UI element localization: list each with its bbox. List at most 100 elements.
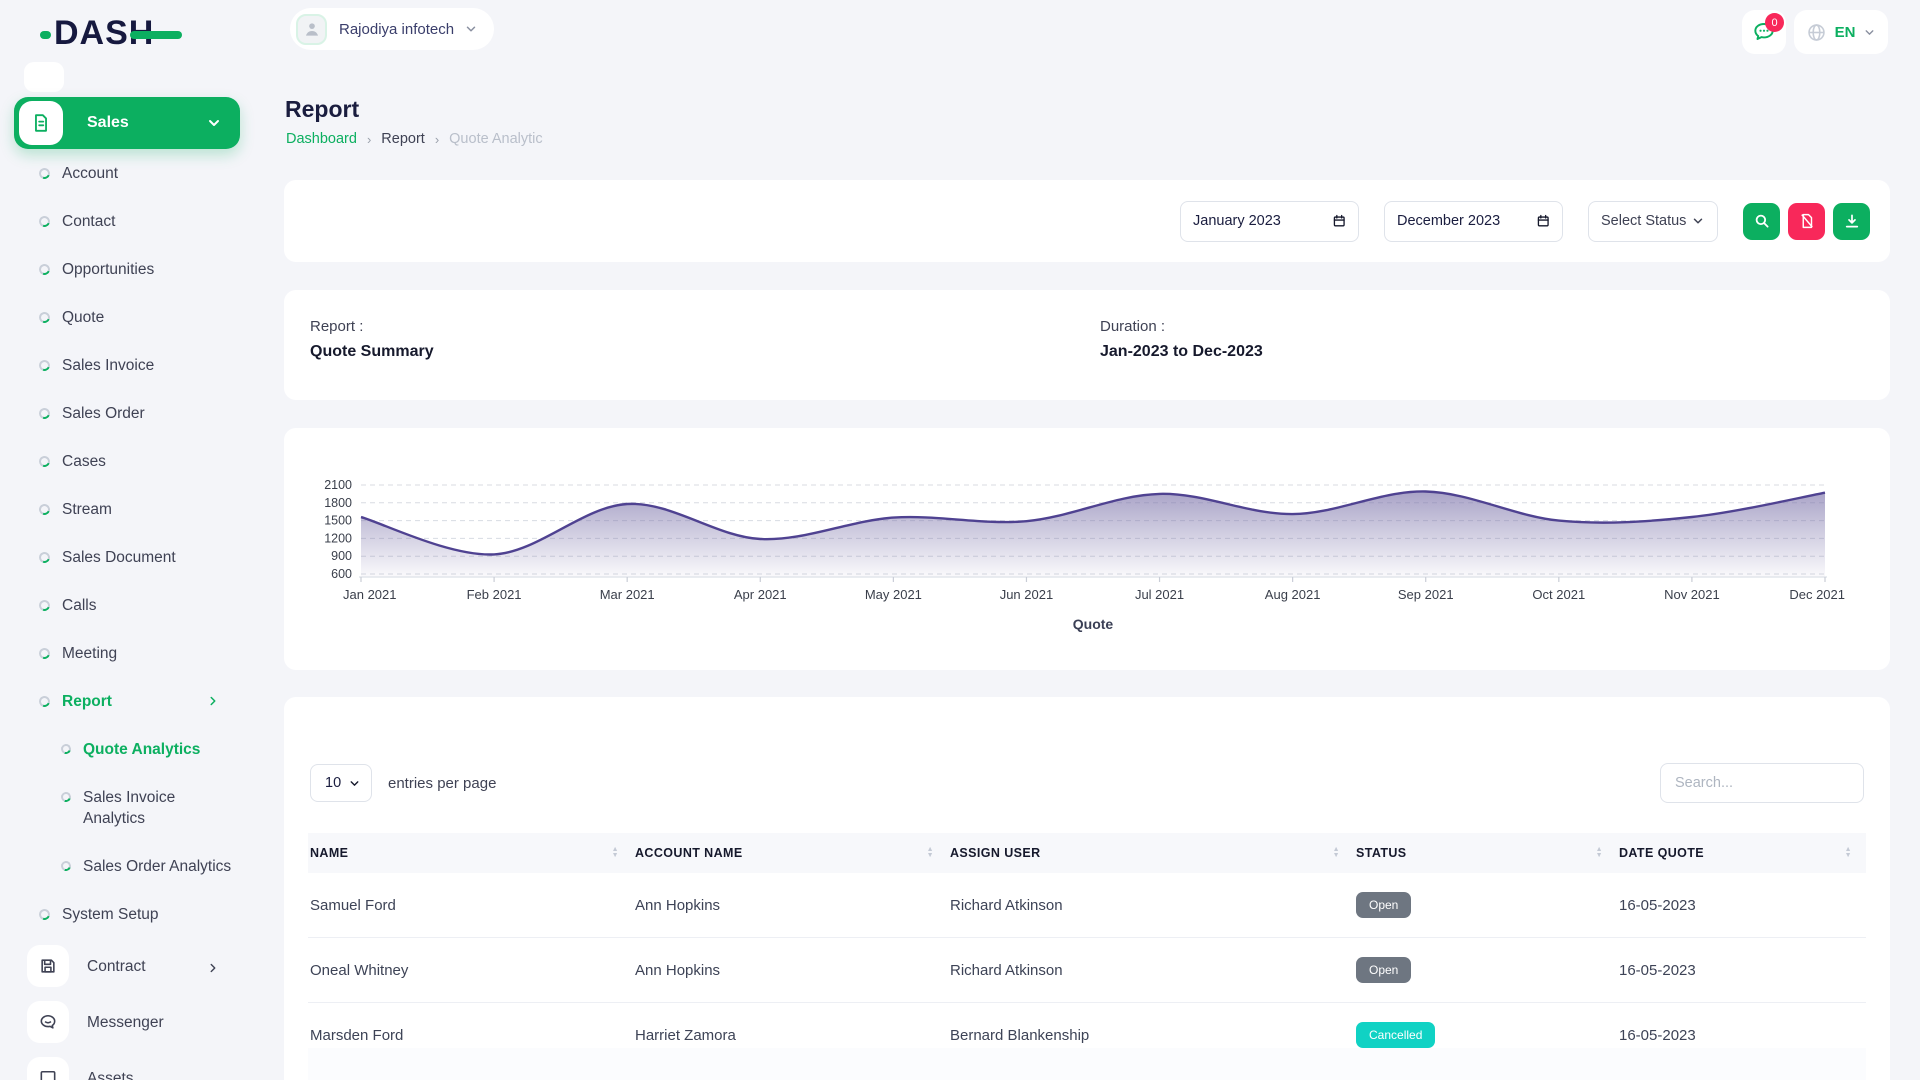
column-header-assign-user[interactable]: ASSIGN USER ▲▼ <box>948 833 1354 873</box>
document-icon <box>19 101 63 145</box>
notifications-button[interactable]: 0 <box>1742 10 1786 54</box>
sidebar-item-sales-invoice[interactable]: Sales Invoice <box>0 355 256 376</box>
svg-text:1200: 1200 <box>324 531 352 545</box>
status-select-value: Select Status <box>1601 213 1686 229</box>
sidebar-item-sales-invoice-analytics[interactable]: Sales Invoice Analytics <box>0 787 256 829</box>
bullet-icon <box>59 790 72 803</box>
workspace-dropdown[interactable]: Rajodiya infotech <box>290 8 494 50</box>
app-root: DASH Sales Account Contact Opportunities Qu… <box>0 0 1920 1080</box>
sidebar-item-calls[interactable]: Calls <box>0 595 256 616</box>
sidebar-item-contract[interactable]: Contract <box>0 945 256 987</box>
sort-icon[interactable]: ▲▼ <box>927 847 934 859</box>
to-date-input[interactable] <box>1384 201 1563 242</box>
sidebar-item-label: Sales Order Analytics <box>83 856 231 877</box>
duration-value: Jan-2023 to Dec-2023 <box>1100 343 1263 361</box>
breadcrumb-separator: › <box>435 132 439 147</box>
quote-area-chart: 6009001200150018002100Jan 2021Feb 2021Ma… <box>308 442 1866 654</box>
calendar-icon <box>1332 213 1346 229</box>
assign-cell: Richard Atkinson <box>948 938 1354 1003</box>
date-quote-cell: 16-05-2023 <box>1617 873 1866 938</box>
sidebar-item-contact[interactable]: Contact <box>0 211 256 232</box>
from-date-input[interactable] <box>1180 201 1359 242</box>
column-label: ASSIGN USER <box>950 846 1041 860</box>
svg-text:Jun 2021: Jun 2021 <box>1000 587 1054 602</box>
sort-icon[interactable]: ▲▼ <box>612 847 619 859</box>
monitor-icon <box>27 1057 69 1080</box>
language-selector[interactable]: EN <box>1794 10 1888 54</box>
breadcrumb-separator: › <box>367 132 371 147</box>
bullet-icon <box>37 454 52 469</box>
calendar-icon <box>1536 213 1550 229</box>
sort-icon[interactable]: ▲▼ <box>1333 847 1340 859</box>
sidebar-item-label: Report <box>62 691 112 712</box>
filter-buttons <box>1743 203 1870 240</box>
sidebar-item-messenger[interactable]: Messenger <box>0 1001 256 1043</box>
clear-filter-button[interactable] <box>1788 203 1825 240</box>
svg-text:Dec 2021: Dec 2021 <box>1789 587 1845 602</box>
sidebar-item-report[interactable]: Report <box>0 691 256 712</box>
svg-text:Quote: Quote <box>1073 616 1114 632</box>
status-cell: Open <box>1354 873 1617 938</box>
sidebar-item-sales-order[interactable]: Sales Order <box>0 403 256 424</box>
svg-text:May 2021: May 2021 <box>865 587 922 602</box>
svg-text:2100: 2100 <box>324 478 352 492</box>
sidebar-item-cases[interactable]: Cases <box>0 451 256 472</box>
sort-icon[interactable]: ▲▼ <box>1845 847 1852 859</box>
sidebar-item-stream[interactable]: Stream <box>0 499 256 520</box>
to-date-value[interactable] <box>1397 213 1536 229</box>
sidebar-item-label: Quote Analytics <box>83 739 200 760</box>
sidebar-item-meeting[interactable]: Meeting <box>0 643 256 664</box>
svg-text:Feb 2021: Feb 2021 <box>467 587 522 602</box>
name-cell: Oneal Whitney <box>308 938 633 1003</box>
report-label: Report : <box>310 318 434 335</box>
sidebar-menu: Account Contact Opportunities Quote Sales In… <box>0 163 256 1080</box>
column-header-name[interactable]: NAME▲▼ <box>308 833 633 873</box>
chevron-down-icon <box>1691 214 1705 228</box>
sidebar-item-label: Stream <box>62 499 112 520</box>
bullet-icon <box>37 502 52 517</box>
column-header-date-quote[interactable]: DATE QUOTE▲▼ <box>1617 833 1866 873</box>
column-header-status[interactable]: STATUS ▲▼ <box>1354 833 1617 873</box>
column-header-account-name[interactable]: ACCOUNT NAME▲▼ <box>633 833 948 873</box>
quotes-table-card: 10 entries per page NAME▲▼ACCOUNT NAME▲▼… <box>284 697 1890 1080</box>
sidebar-item-system-setup[interactable]: System Setup <box>0 904 256 925</box>
sidebar-item-assets[interactable]: Assets <box>0 1057 256 1080</box>
sidebar-item-opportunities[interactable]: Opportunities <box>0 259 256 280</box>
column-label: STATUS <box>1356 846 1407 860</box>
status-badge: Cancelled <box>1356 1022 1435 1048</box>
sidebar-item-label: Sales Invoice Analytics <box>83 787 233 829</box>
chevron-right-icon <box>206 694 220 708</box>
sort-icon[interactable]: ▲▼ <box>1596 847 1603 859</box>
sidebar-item-label: Assets <box>87 1068 134 1080</box>
name-cell: Samuel Ford <box>308 873 633 938</box>
breadcrumb-item-report[interactable]: Report <box>381 131 425 147</box>
table-row[interactable]: Oneal WhitneyAnn HopkinsRichard Atkinson… <box>308 938 1866 1003</box>
entries-per-page-select[interactable]: 10 <box>310 764 372 802</box>
chat-bubble-icon <box>27 1001 69 1043</box>
breadcrumb-item-dashboard[interactable]: Dashboard <box>286 131 357 147</box>
sidebar-item-account[interactable]: Account <box>0 163 256 184</box>
from-date-value[interactable] <box>1193 213 1332 229</box>
apply-filter-button[interactable] <box>1743 203 1780 240</box>
table-row[interactable]: Samuel FordAnn HopkinsRichard AtkinsonOp… <box>308 873 1866 938</box>
sidebar-item-quote[interactable]: Quote <box>0 307 256 328</box>
download-button[interactable] <box>1833 203 1870 240</box>
search-icon <box>1753 212 1771 230</box>
svg-text:Apr 2021: Apr 2021 <box>734 587 787 602</box>
duration-label: Duration : <box>1100 318 1263 335</box>
bullet-icon <box>37 694 52 709</box>
sidebar-section-sales[interactable]: Sales <box>14 97 240 149</box>
scrolled-item-peek <box>24 62 64 92</box>
globe-icon <box>1806 22 1827 43</box>
table-search-input[interactable] <box>1660 763 1864 803</box>
status-select[interactable]: Select Status <box>1588 201 1718 242</box>
sidebar-item-sales-order-analytics[interactable]: Sales Order Analytics <box>0 856 256 877</box>
dash-logo[interactable]: DASH <box>54 12 154 54</box>
sidebar-item-label: Sales Document <box>62 547 176 568</box>
sidebar-item-label: Account <box>62 163 118 184</box>
sidebar-item-label: Meeting <box>62 643 117 664</box>
page-title: Report <box>285 96 359 123</box>
svg-text:Oct 2021: Oct 2021 <box>1532 587 1585 602</box>
sidebar-item-sales-document[interactable]: Sales Document <box>0 547 256 568</box>
sidebar-item-quote-analytics[interactable]: Quote Analytics <box>0 739 256 760</box>
